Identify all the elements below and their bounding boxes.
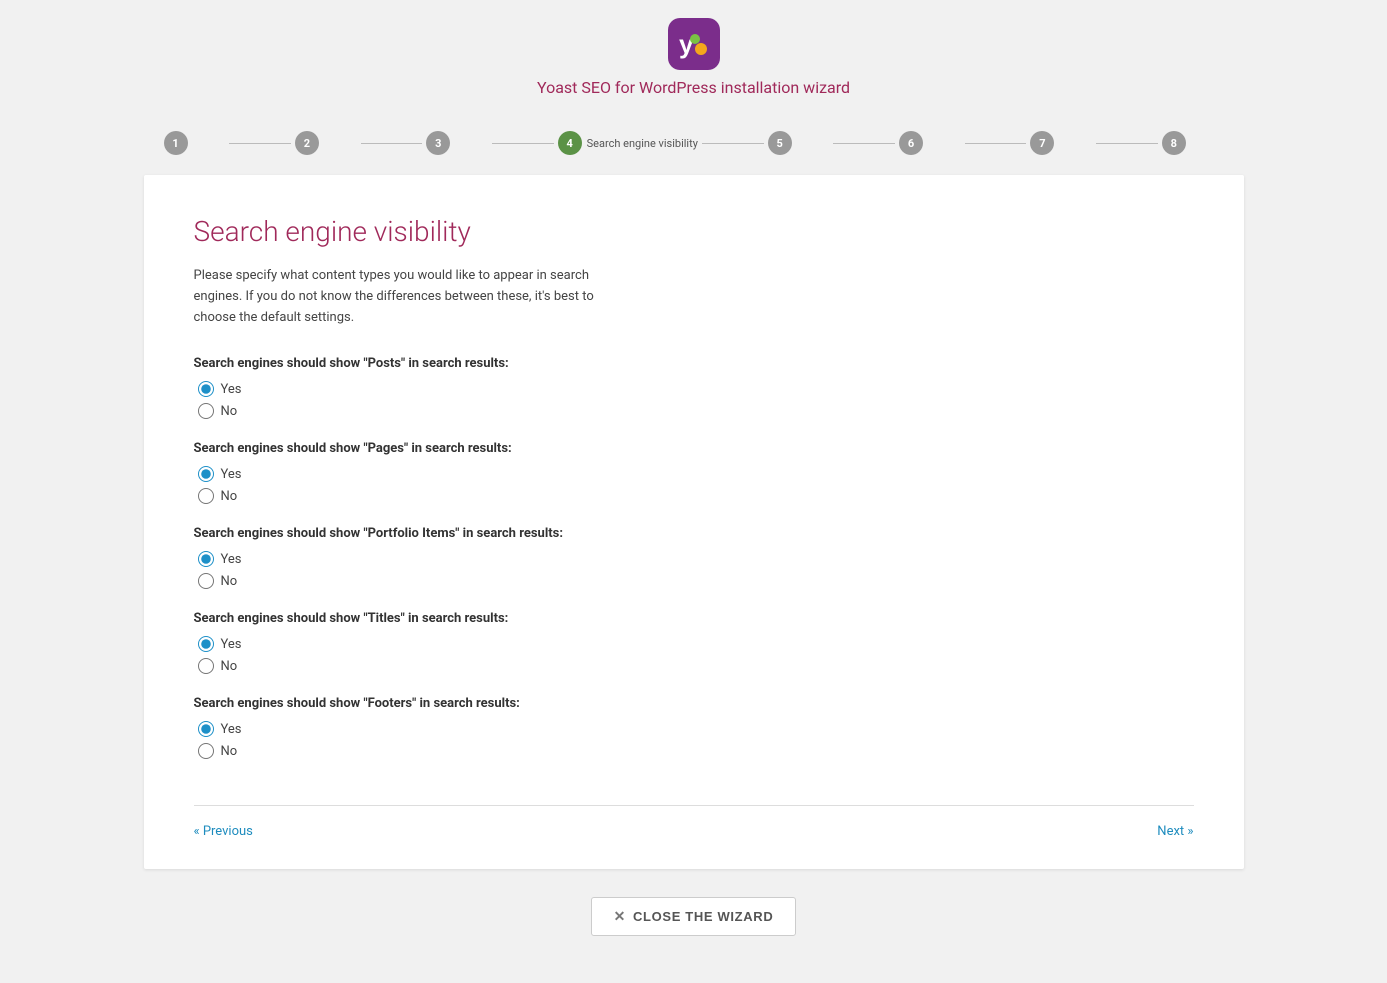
step-label-4: Search engine visibility <box>587 137 698 150</box>
radio-group-3: Yes No <box>198 636 1194 674</box>
form-section-3: Search engines should show "Titles" in s… <box>194 611 1194 674</box>
step-circle-4: 4 <box>558 131 582 155</box>
card-title: Search engine visibility <box>194 215 1194 248</box>
step-item-1: 1 <box>164 131 226 155</box>
step-line-1 <box>229 143 291 144</box>
radio-label-1-0: Yes <box>221 467 242 482</box>
step-line-6 <box>965 143 1027 144</box>
section-label-4: Search engines should show "Footers" in … <box>194 696 1194 711</box>
radio-item-4-0[interactable]: Yes <box>198 721 1194 737</box>
app-title: Yoast SEO for WordPress installation wiz… <box>537 78 850 97</box>
radio-label-0-1: No <box>221 404 238 419</box>
step-circle-6: 6 <box>899 131 923 155</box>
radio-input-1-0[interactable] <box>198 466 214 482</box>
radio-input-4-0[interactable] <box>198 721 214 737</box>
close-wizard-button[interactable]: ✕ CLOSE THE WIZARD <box>591 897 797 936</box>
radio-input-0-0[interactable] <box>198 381 214 397</box>
radio-label-2-0: Yes <box>221 552 242 567</box>
nav-row: « Previous Next » <box>194 824 1194 839</box>
main-card: Search engine visibility Please specify … <box>144 175 1244 869</box>
stepper: 1 2 3 4 Search engine visibility 5 6 7 8 <box>144 131 1244 155</box>
radio-input-3-1[interactable] <box>198 658 214 674</box>
step-circle-3: 3 <box>426 131 450 155</box>
radio-input-4-1[interactable] <box>198 743 214 759</box>
step-item-8: 8 <box>1162 131 1224 155</box>
step-item-7: 7 <box>1030 131 1092 155</box>
radio-input-2-1[interactable] <box>198 573 214 589</box>
radio-item-1-1[interactable]: No <box>198 488 1194 504</box>
step-circle-5: 5 <box>768 131 792 155</box>
radio-item-4-1[interactable]: No <box>198 743 1194 759</box>
previous-link[interactable]: « Previous <box>194 824 253 839</box>
radio-group-2: Yes No <box>198 551 1194 589</box>
step-line-4 <box>702 143 764 144</box>
radio-label-4-1: No <box>221 744 238 759</box>
step-item-2: 2 <box>295 131 357 155</box>
radio-label-4-0: Yes <box>221 722 242 737</box>
radio-item-0-0[interactable]: Yes <box>198 381 1194 397</box>
divider <box>194 805 1194 806</box>
section-label-0: Search engines should show "Posts" in se… <box>194 356 1194 371</box>
close-wizard-bar: ✕ CLOSE THE WIZARD <box>0 897 1387 936</box>
step-circle-1: 1 <box>164 131 188 155</box>
step-item-5: 5 <box>768 131 830 155</box>
close-wizard-label: CLOSE THE WIZARD <box>633 909 773 924</box>
step-item-3: 3 <box>426 131 488 155</box>
radio-item-2-0[interactable]: Yes <box>198 551 1194 567</box>
radio-label-3-1: No <box>221 659 238 674</box>
radio-item-3-1[interactable]: No <box>198 658 1194 674</box>
svg-text:y: y <box>679 29 694 59</box>
section-label-2: Search engines should show "Portfolio It… <box>194 526 1194 541</box>
close-x-icon: ✕ <box>614 908 626 925</box>
step-circle-2: 2 <box>295 131 319 155</box>
step-circle-8: 8 <box>1162 131 1186 155</box>
radio-label-2-1: No <box>221 574 238 589</box>
card-description: Please specify what content types you wo… <box>194 266 614 328</box>
next-link[interactable]: Next » <box>1157 824 1193 839</box>
radio-input-3-0[interactable] <box>198 636 214 652</box>
radio-input-1-1[interactable] <box>198 488 214 504</box>
radio-label-3-0: Yes <box>221 637 242 652</box>
radio-label-0-0: Yes <box>221 382 242 397</box>
section-label-1: Search engines should show "Pages" in se… <box>194 441 1194 456</box>
form-section-0: Search engines should show "Posts" in se… <box>194 356 1194 419</box>
step-line-2 <box>361 143 423 144</box>
radio-group-0: Yes No <box>198 381 1194 419</box>
form-section-4: Search engines should show "Footers" in … <box>194 696 1194 759</box>
form-section-2: Search engines should show "Portfolio It… <box>194 526 1194 589</box>
form-section-1: Search engines should show "Pages" in se… <box>194 441 1194 504</box>
page-header: y Yoast SEO for WordPress installation w… <box>0 0 1387 113</box>
step-line-7 <box>1096 143 1158 144</box>
section-label-3: Search engines should show "Titles" in s… <box>194 611 1194 626</box>
radio-group-4: Yes No <box>198 721 1194 759</box>
step-item-4: 4 Search engine visibility <box>558 131 698 155</box>
radio-input-0-1[interactable] <box>198 403 214 419</box>
radio-item-1-0[interactable]: Yes <box>198 466 1194 482</box>
radio-label-1-1: No <box>221 489 238 504</box>
step-line-5 <box>833 143 895 144</box>
radio-input-2-0[interactable] <box>198 551 214 567</box>
yoast-logo: y <box>668 18 720 70</box>
step-item-6: 6 <box>899 131 961 155</box>
step-circle-7: 7 <box>1030 131 1054 155</box>
step-line-3 <box>492 143 554 144</box>
radio-group-1: Yes No <box>198 466 1194 504</box>
radio-item-2-1[interactable]: No <box>198 573 1194 589</box>
radio-item-3-0[interactable]: Yes <box>198 636 1194 652</box>
radio-item-0-1[interactable]: No <box>198 403 1194 419</box>
